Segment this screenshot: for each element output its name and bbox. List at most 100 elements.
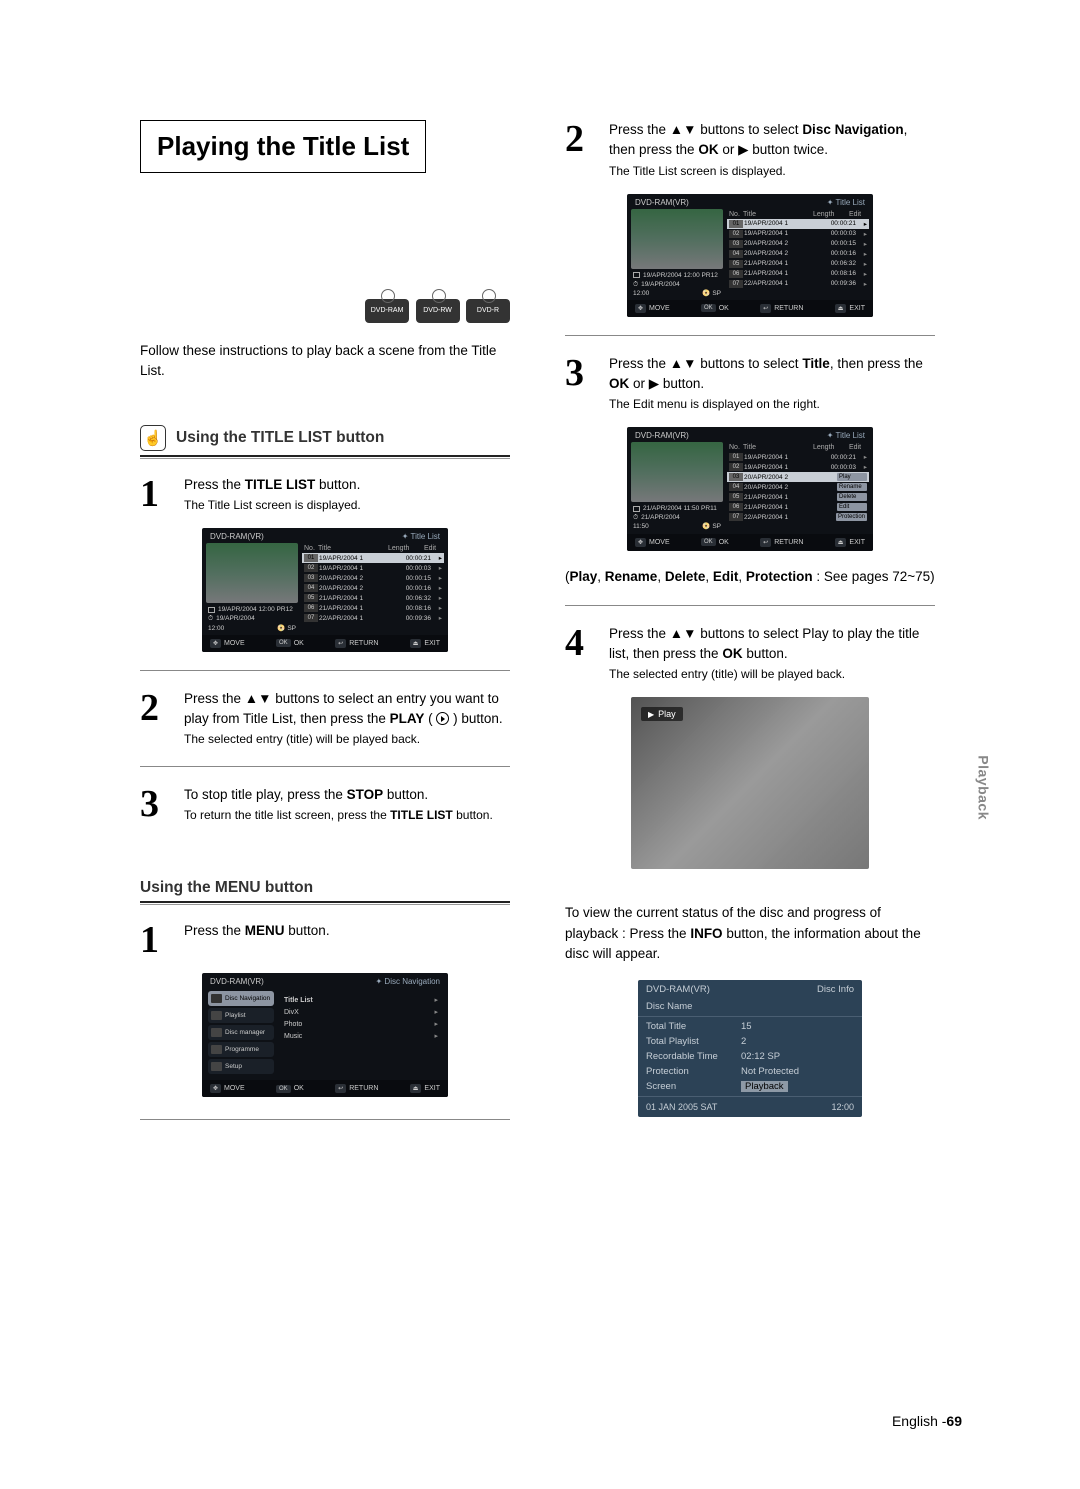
osd-mode: DVD-RAM(VR) — [210, 532, 264, 541]
t: 20/APR/2004 2 — [744, 250, 823, 257]
c: Title — [743, 444, 813, 451]
c: No. — [729, 211, 743, 218]
t: OK — [698, 142, 718, 157]
m: 21/APR/2004 — [641, 513, 680, 522]
c: Length — [388, 545, 424, 552]
t: 20/APR/2004 2 — [744, 240, 823, 247]
si: Disc manager — [225, 1029, 265, 1036]
k: Total Title — [646, 1021, 741, 1032]
c: Edit — [424, 545, 442, 552]
v: Not Protected — [741, 1066, 854, 1077]
f: MOVE — [649, 539, 670, 546]
n: 02 — [729, 230, 743, 238]
si: Programme — [225, 1046, 259, 1053]
sep — [565, 335, 935, 336]
t: Press the — [184, 477, 245, 492]
t: , then press the — [830, 356, 923, 371]
n: 07 — [729, 513, 743, 521]
f: OK — [719, 539, 729, 546]
l: 00:09:36 — [823, 280, 856, 287]
t: 21/APR/2004 1 — [319, 605, 398, 612]
n: 06 — [304, 604, 318, 612]
osd-disc-info: DVD-RAM(VR)Disc Info Disc Name Total Tit… — [638, 980, 862, 1117]
t: STOP — [347, 787, 384, 802]
t: 19/APR/2004 1 — [744, 454, 823, 461]
t: 20/APR/2004 2 — [319, 585, 398, 592]
sep — [140, 1119, 510, 1120]
c: Edit — [849, 444, 867, 451]
disc-icon-rw: DVD-RW — [416, 299, 460, 323]
t: 12:00 — [831, 1102, 854, 1112]
su: DivX — [284, 1009, 299, 1016]
step-b1: 1 Press the MENU button. — [140, 921, 510, 959]
section-b-title: Using the MENU button — [140, 879, 313, 897]
t: 21/APR/2004 1 — [744, 504, 833, 511]
n: 02 — [729, 463, 743, 471]
osd-disc-nav: DVD-RAM(VR)✦ Disc Navigation Disc Naviga… — [202, 973, 448, 1097]
f: MOVE — [649, 305, 670, 312]
sub: The Title List screen is displayed. — [184, 496, 510, 514]
m: SP — [712, 523, 721, 530]
k: Total Playlist — [646, 1036, 741, 1047]
l: 00:00:15 — [398, 575, 431, 582]
l: 00:06:32 — [823, 260, 856, 267]
f: EXIT — [424, 640, 440, 647]
n: 04 — [729, 250, 743, 258]
n: 06 — [729, 270, 743, 278]
playback-image: Play — [631, 697, 869, 869]
t: 22/APR/2004 1 — [744, 280, 823, 287]
osd-thumb — [631, 442, 723, 502]
n: 03 — [304, 574, 318, 582]
t: 21/APR/2004 1 — [744, 270, 823, 277]
t: 22/APR/2004 1 — [319, 615, 398, 622]
rule — [140, 455, 510, 459]
t: INFO — [690, 926, 722, 941]
v: 15 — [741, 1021, 854, 1032]
f: RETURN — [349, 640, 378, 647]
t: 22/APR/2004 1 — [744, 514, 832, 521]
l: 00:00:21 — [398, 555, 431, 562]
m: 11:50 — [633, 522, 649, 531]
disc-icon-r: DVD-R — [466, 299, 510, 323]
osd-header: Title List — [836, 431, 866, 440]
t: PLAY — [390, 711, 425, 726]
l: 00:00:03 — [398, 565, 431, 572]
t: To return the title list screen, press t… — [184, 808, 390, 822]
sub: The Edit menu is displayed on the right. — [609, 395, 935, 413]
t: 20/APR/2004 2 — [319, 575, 398, 582]
n: 05 — [729, 260, 743, 268]
v — [741, 1001, 854, 1012]
f: RETURN — [349, 1085, 378, 1092]
k: Recordable Time — [646, 1051, 741, 1062]
e: Delete — [837, 493, 867, 501]
play-overlay: Play — [641, 707, 683, 721]
page-title: Playing the Title List — [140, 120, 426, 173]
m: 19/APR/2004 — [641, 280, 680, 289]
disc-icon-ram: DVD-RAM — [365, 299, 409, 323]
t: 19/APR/2004 1 — [744, 220, 823, 227]
n: 07 — [729, 280, 743, 288]
n: 03 — [729, 473, 743, 481]
disc-graphic — [140, 181, 510, 291]
sep — [140, 766, 510, 767]
step-num: 3 — [565, 354, 597, 414]
v: 02:12 SP — [741, 1051, 854, 1062]
n: 05 — [729, 493, 743, 501]
n: 01 — [304, 554, 318, 562]
m: 19/APR/2004 12:00 PR12 — [218, 605, 293, 614]
t: 20/APR/2004 2 — [744, 484, 833, 491]
section-a-title: Using the TITLE LIST button — [176, 429, 384, 447]
m: 12:00 — [633, 289, 649, 298]
k: Protection — [646, 1066, 741, 1077]
su: Title List — [284, 997, 313, 1004]
h: Disc Info — [817, 984, 854, 995]
c: Length — [813, 444, 849, 451]
l: 00:00:15 — [823, 240, 856, 247]
n: 05 — [304, 594, 318, 602]
e: Rename — [837, 483, 867, 491]
t: 21/APR/2004 1 — [744, 494, 833, 501]
f: OK — [719, 305, 729, 312]
osd-thumb — [631, 209, 723, 269]
disc-compat-icons: DVD-RAM DVD-RW DVD-R — [140, 299, 510, 323]
l: 00:00:21 — [823, 454, 856, 461]
